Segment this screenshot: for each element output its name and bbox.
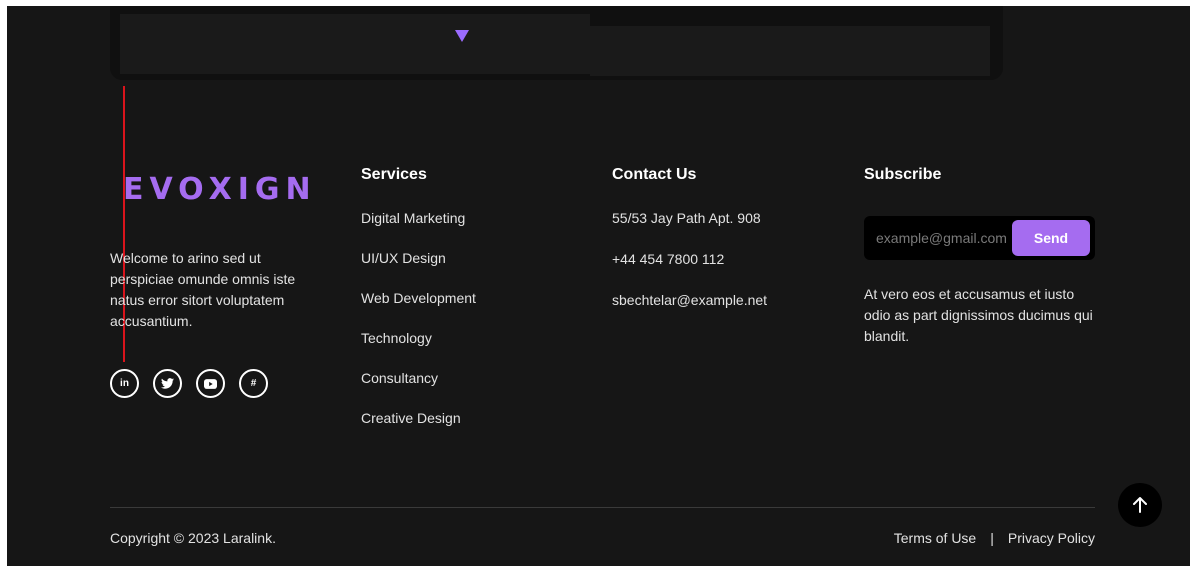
twitter-icon[interactable] bbox=[153, 369, 182, 398]
scroll-to-top-button[interactable] bbox=[1118, 483, 1162, 527]
subscribe-column: Subscribe bbox=[864, 166, 941, 208]
slack-glyph: # bbox=[250, 378, 257, 389]
contact-phone[interactable]: +44 454 7800 112 bbox=[612, 249, 767, 269]
service-link[interactable]: Creative Design bbox=[361, 408, 476, 428]
service-link[interactable]: UI/UX Design bbox=[361, 248, 476, 268]
youtube-icon[interactable] bbox=[196, 369, 225, 398]
service-link[interactable]: Technology bbox=[361, 328, 476, 348]
dropdown-arrow-icon[interactable] bbox=[455, 30, 469, 42]
footer-divider bbox=[110, 507, 1095, 508]
youtube-glyph bbox=[204, 378, 217, 389]
top-banner bbox=[110, 6, 1003, 80]
subscribe-title: Subscribe bbox=[864, 166, 942, 183]
contact-title: Contact Us bbox=[612, 166, 697, 183]
contact-column: Contact Us 55/53 Jay Path Apt. 908 +44 4… bbox=[612, 166, 767, 331]
copyright-text: Copyright © 2023 Laralink. bbox=[110, 530, 276, 546]
arrow-up-icon bbox=[1133, 497, 1147, 513]
about-text: Welcome to arino sed ut perspiciae omund… bbox=[110, 250, 296, 329]
contact-email[interactable]: sbechtelar@example.net bbox=[612, 290, 767, 310]
terms-link[interactable]: Terms of Use bbox=[894, 530, 976, 546]
linkedin-icon[interactable]: in bbox=[110, 369, 139, 398]
subscribe-form: Send bbox=[864, 216, 1095, 260]
services-column: Services Digital Marketing UI/UX Design … bbox=[361, 166, 476, 448]
logo[interactable]: EVOXIGN bbox=[123, 172, 317, 207]
legal-links: Terms of Use | Privacy Policy bbox=[894, 530, 1095, 546]
social-links: in # bbox=[110, 369, 268, 398]
twitter-glyph bbox=[161, 378, 174, 389]
legal-separator: | bbox=[990, 530, 994, 546]
service-link[interactable]: Web Development bbox=[361, 288, 476, 308]
email-input[interactable] bbox=[876, 216, 1016, 260]
linkedin-glyph: in bbox=[120, 378, 129, 389]
send-button[interactable]: Send bbox=[1012, 220, 1090, 256]
slack-icon[interactable]: # bbox=[239, 369, 268, 398]
contact-address: 55/53 Jay Path Apt. 908 bbox=[612, 210, 761, 226]
page: EVOXIGN Welcome to arino sed ut perspici… bbox=[7, 6, 1190, 566]
services-title: Services bbox=[361, 166, 427, 183]
service-link[interactable]: Consultancy bbox=[361, 368, 476, 388]
privacy-link[interactable]: Privacy Policy bbox=[1008, 530, 1095, 546]
subscribe-text: At vero eos et accusamus et iusto odio a… bbox=[864, 286, 1093, 344]
service-link[interactable]: Digital Marketing bbox=[361, 208, 476, 228]
